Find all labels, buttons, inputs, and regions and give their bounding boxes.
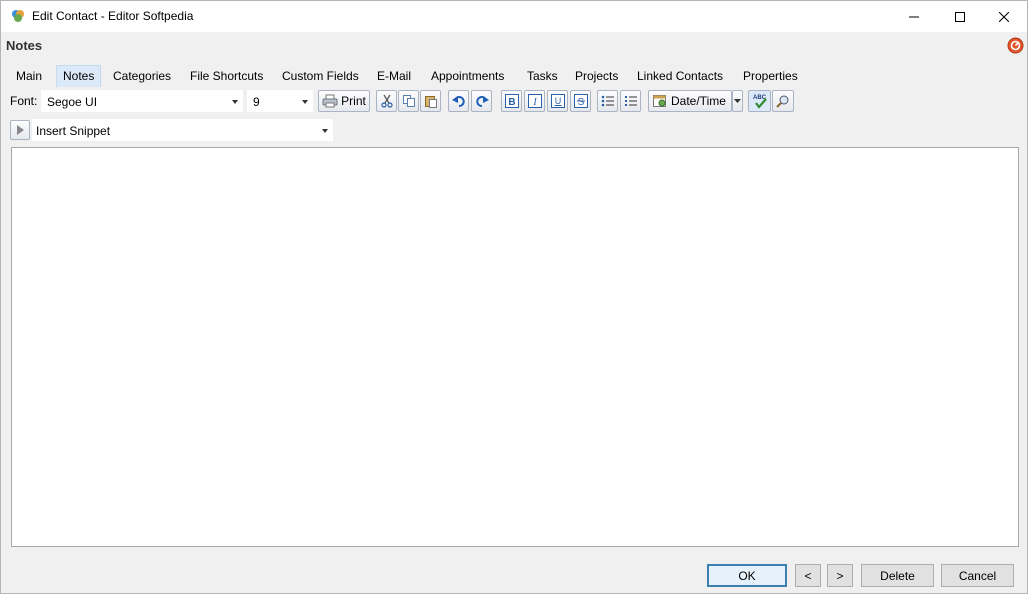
redo-button[interactable] [471, 90, 492, 112]
numbered-list-button[interactable] [620, 90, 641, 112]
date-time-label: Date/Time [671, 94, 726, 108]
printer-icon [322, 94, 338, 108]
svg-text:B: B [508, 97, 515, 108]
font-size-select[interactable]: 9 [247, 90, 313, 112]
strikethrough-icon: S [573, 94, 588, 108]
insert-snippet-button[interactable] [10, 120, 30, 140]
snippet-select-value: Insert Snippet [36, 124, 111, 138]
tab-file-shortcuts[interactable]: File Shortcuts [184, 65, 269, 87]
edit-contact-window: Edit Contact - Editor Softpedia Notes Ma… [0, 0, 1028, 594]
tab-email[interactable]: E-Mail [371, 65, 417, 87]
play-icon [17, 125, 24, 135]
chevron-down-icon [302, 100, 308, 104]
close-icon [999, 11, 1009, 22]
tab-main[interactable]: Main [10, 65, 48, 87]
ok-button[interactable]: OK [707, 564, 787, 587]
undo-button[interactable] [448, 90, 469, 112]
bold-icon: B [504, 94, 519, 108]
bold-button[interactable]: B [501, 90, 522, 112]
font-select-value: Segoe UI [47, 95, 98, 109]
tab-appointments[interactable]: Appointments [425, 65, 510, 87]
chevron-down-icon [734, 98, 741, 103]
svg-text:U: U [554, 96, 561, 106]
notes-editor[interactable] [11, 147, 1019, 547]
tab-notes[interactable]: Notes [56, 65, 102, 87]
bullet-list-button[interactable] [597, 90, 618, 112]
underline-icon: U [550, 94, 565, 108]
print-label: Print [341, 94, 366, 108]
delete-button[interactable]: Delete [861, 564, 934, 587]
bullet-list-icon [601, 95, 614, 107]
cut-button[interactable] [376, 90, 397, 112]
title-bar: Edit Contact - Editor Softpedia [1, 1, 1027, 32]
next-button[interactable]: > [827, 564, 853, 587]
numbered-list-icon [624, 96, 637, 106]
chevron-down-icon [322, 129, 328, 133]
font-label: Font: [10, 94, 38, 108]
formatting-toolbar: Font: Segoe UI 9 Print B I U S Date/Time… [7, 90, 1023, 113]
paste-icon [424, 96, 437, 108]
spellcheck-icon: ABC [753, 95, 767, 109]
redo-icon [475, 96, 489, 107]
tab-custom-fields[interactable]: Custom Fields [276, 65, 365, 87]
find-icon [776, 95, 789, 108]
font-size-value: 9 [253, 95, 260, 109]
paste-button[interactable] [420, 90, 441, 112]
cut-icon [380, 94, 393, 108]
find-button[interactable] [772, 90, 794, 112]
section-title: Notes [6, 38, 43, 53]
svg-text:S: S [577, 97, 584, 108]
tab-categories[interactable]: Categories [107, 65, 177, 87]
date-time-button[interactable]: Date/Time [648, 90, 732, 112]
print-button[interactable]: Print [318, 90, 370, 112]
app-icon [12, 10, 24, 22]
close-button[interactable] [981, 1, 1027, 32]
font-select[interactable]: Segoe UI [41, 90, 243, 112]
maximize-icon [955, 11, 965, 22]
italic-button[interactable]: I [524, 90, 545, 112]
window-title: Edit Contact - Editor Softpedia [32, 9, 194, 23]
cancel-button[interactable]: Cancel [941, 564, 1014, 587]
maximize-button[interactable] [937, 1, 983, 32]
svg-text:I: I [532, 97, 537, 108]
undo-icon [451, 96, 465, 107]
copy-button[interactable] [398, 90, 419, 112]
calendar-icon [653, 95, 666, 107]
tab-properties[interactable]: Properties [737, 65, 804, 87]
date-time-dropdown[interactable] [732, 90, 743, 112]
spellcheck-button[interactable]: ABC [748, 90, 771, 112]
italic-icon: I [527, 94, 542, 108]
minimize-button[interactable] [891, 1, 937, 32]
tab-tasks[interactable]: Tasks [521, 65, 564, 87]
minimize-icon [909, 16, 919, 17]
strikethrough-button[interactable]: S [570, 90, 591, 112]
underline-button[interactable]: U [547, 90, 568, 112]
snippet-select[interactable]: Insert Snippet [32, 119, 333, 141]
help-icon[interactable] [1007, 37, 1024, 54]
tab-linked-contacts[interactable]: Linked Contacts [631, 65, 729, 87]
chevron-down-icon [232, 100, 238, 104]
previous-button[interactable]: < [795, 564, 821, 587]
tab-projects[interactable]: Projects [569, 65, 624, 87]
copy-icon [402, 95, 415, 107]
